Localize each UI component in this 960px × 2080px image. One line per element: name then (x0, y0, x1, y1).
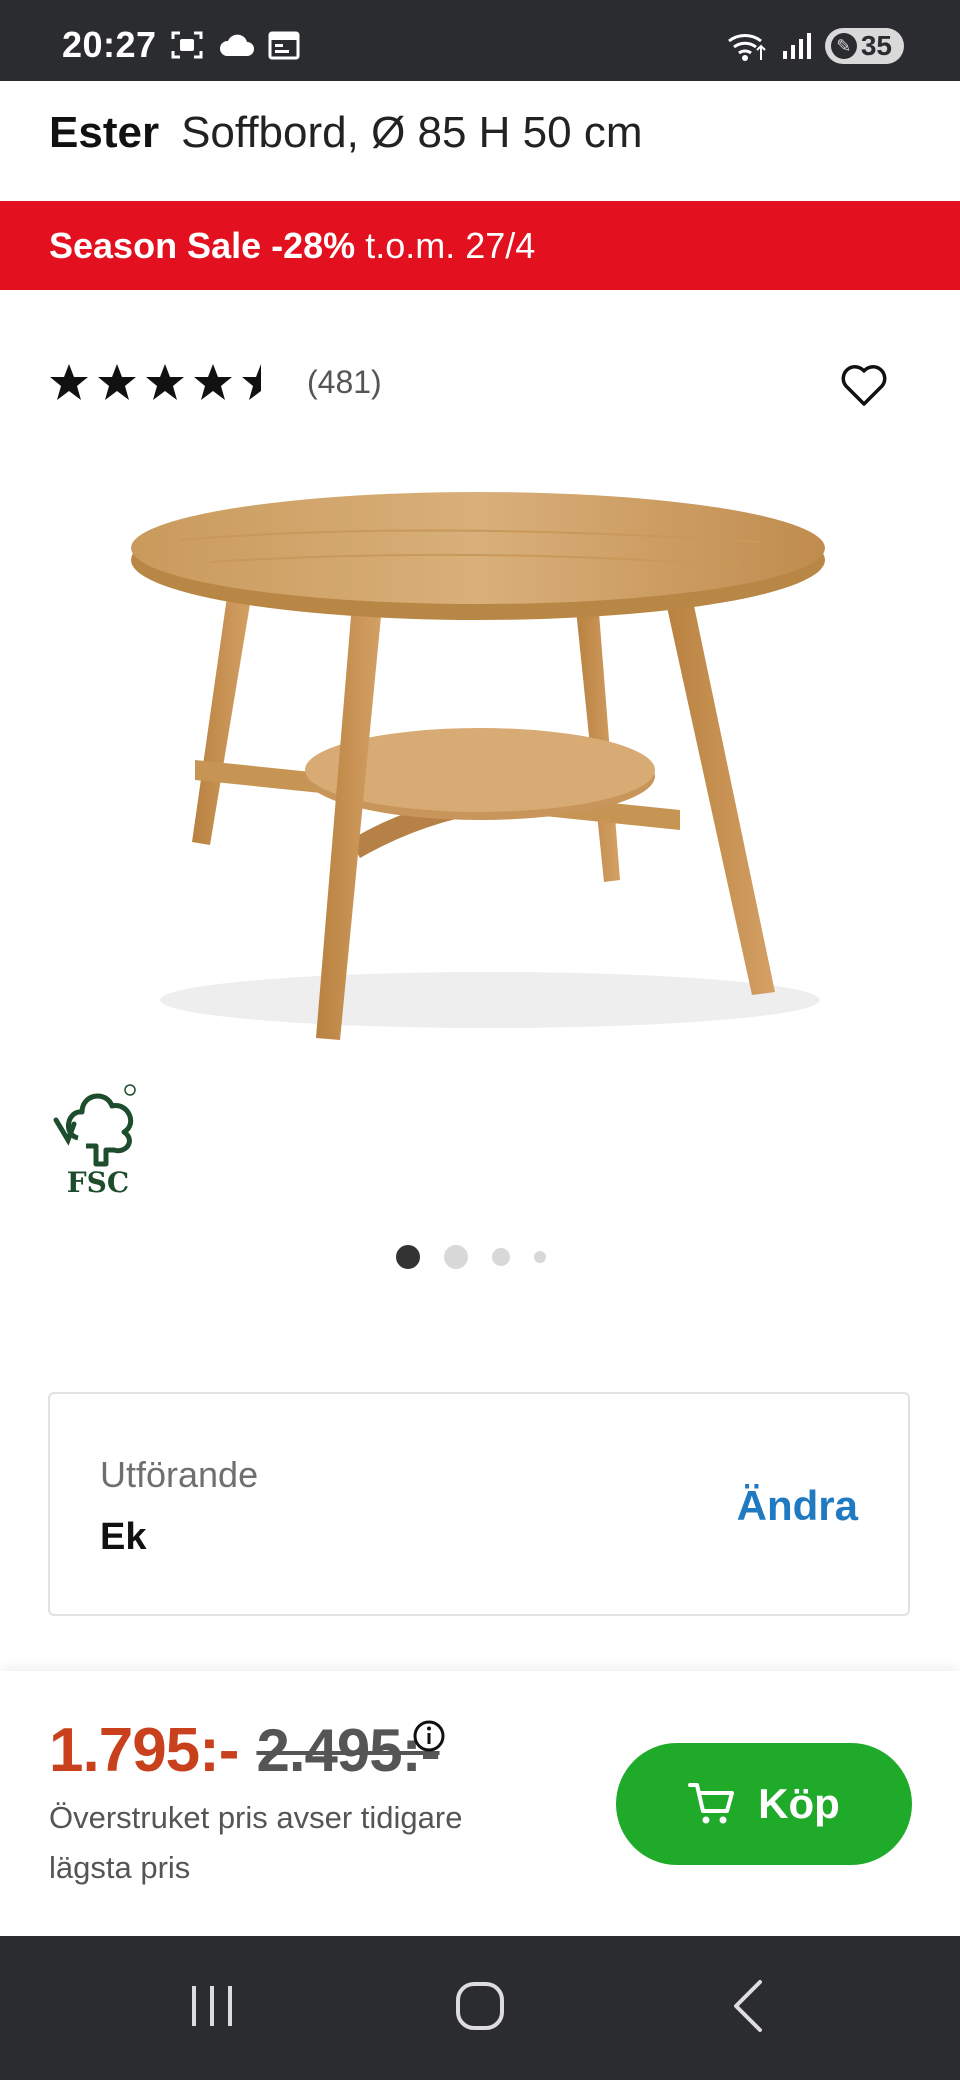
status-time: 20:27 (62, 24, 157, 65)
fsc-text: FSC (67, 1166, 129, 1199)
status-icons-left (170, 30, 300, 60)
price-row: 1.795:- 2.495:- (49, 1715, 441, 1786)
sale-until: t.o.m. 27/4 (365, 224, 536, 266)
system-nav-bar (0, 1936, 960, 2080)
variant-selector[interactable]: Utförande Ek Ändra (48, 1392, 910, 1616)
carousel-dot[interactable] (534, 1251, 546, 1263)
sale-label: Season Sale (49, 224, 262, 266)
battery-saver-icon: ✎ (830, 33, 857, 59)
carousel-dots[interactable] (396, 1245, 546, 1269)
sale-banner: Season Sale -28% t.o.m. 27/4 (0, 201, 960, 290)
carousel-dot[interactable] (492, 1248, 510, 1266)
back-icon[interactable] (720, 1976, 780, 2036)
carousel-dot[interactable] (444, 1245, 468, 1269)
wifi-icon (727, 34, 766, 61)
recent-apps-icon[interactable] (182, 1976, 242, 2036)
star-icon (98, 364, 136, 400)
product-name: Soffbord, Ø 85 H 50 cm (181, 108, 643, 157)
change-variant-link[interactable]: Ändra (737, 1482, 858, 1530)
variant-value: Ek (100, 1516, 147, 1558)
star-icon (146, 364, 184, 400)
battery-level: 35 (860, 30, 892, 61)
review-count[interactable]: (481) (307, 364, 382, 401)
home-icon[interactable] (450, 1976, 510, 2036)
favorite-heart-icon[interactable] (840, 362, 888, 408)
status-bar: 20:27 ✎ 35 (0, 0, 960, 81)
signal-icon (782, 33, 811, 59)
price-note: Överstruket pris avser tidigare lägsta p… (49, 1800, 463, 1885)
product-brand: Ester (49, 108, 160, 157)
rating-stars (49, 362, 281, 402)
calendar-icon (268, 31, 300, 60)
star-icon (194, 364, 232, 400)
status-icons-right: ✎ 35 (727, 28, 904, 64)
info-icon[interactable] (412, 1719, 446, 1753)
current-price: 1.795:- (49, 1716, 239, 1785)
carousel-dot[interactable] (396, 1245, 420, 1269)
buy-bar: 1.795:- 2.495:- Överstruket pris avser t… (0, 1671, 960, 1936)
fsc-logo: FSC (53, 1084, 136, 1199)
buy-button-label: Köp (758, 1780, 840, 1827)
product-image[interactable] (120, 480, 840, 1050)
variant-label: Utförande (100, 1454, 259, 1495)
cart-icon (688, 1783, 735, 1824)
rating-row[interactable]: (481) (49, 362, 382, 402)
sale-discount: -28% (271, 224, 356, 266)
buy-button[interactable]: Köp (616, 1743, 912, 1865)
product-title: Ester Soffbord, Ø 85 H 50 cm (49, 108, 643, 158)
star-icon (50, 364, 88, 400)
battery-icon: ✎ 35 (824, 28, 904, 64)
star-icon (242, 364, 280, 400)
cloud-icon (219, 34, 254, 56)
screenshot-icon (171, 31, 203, 59)
